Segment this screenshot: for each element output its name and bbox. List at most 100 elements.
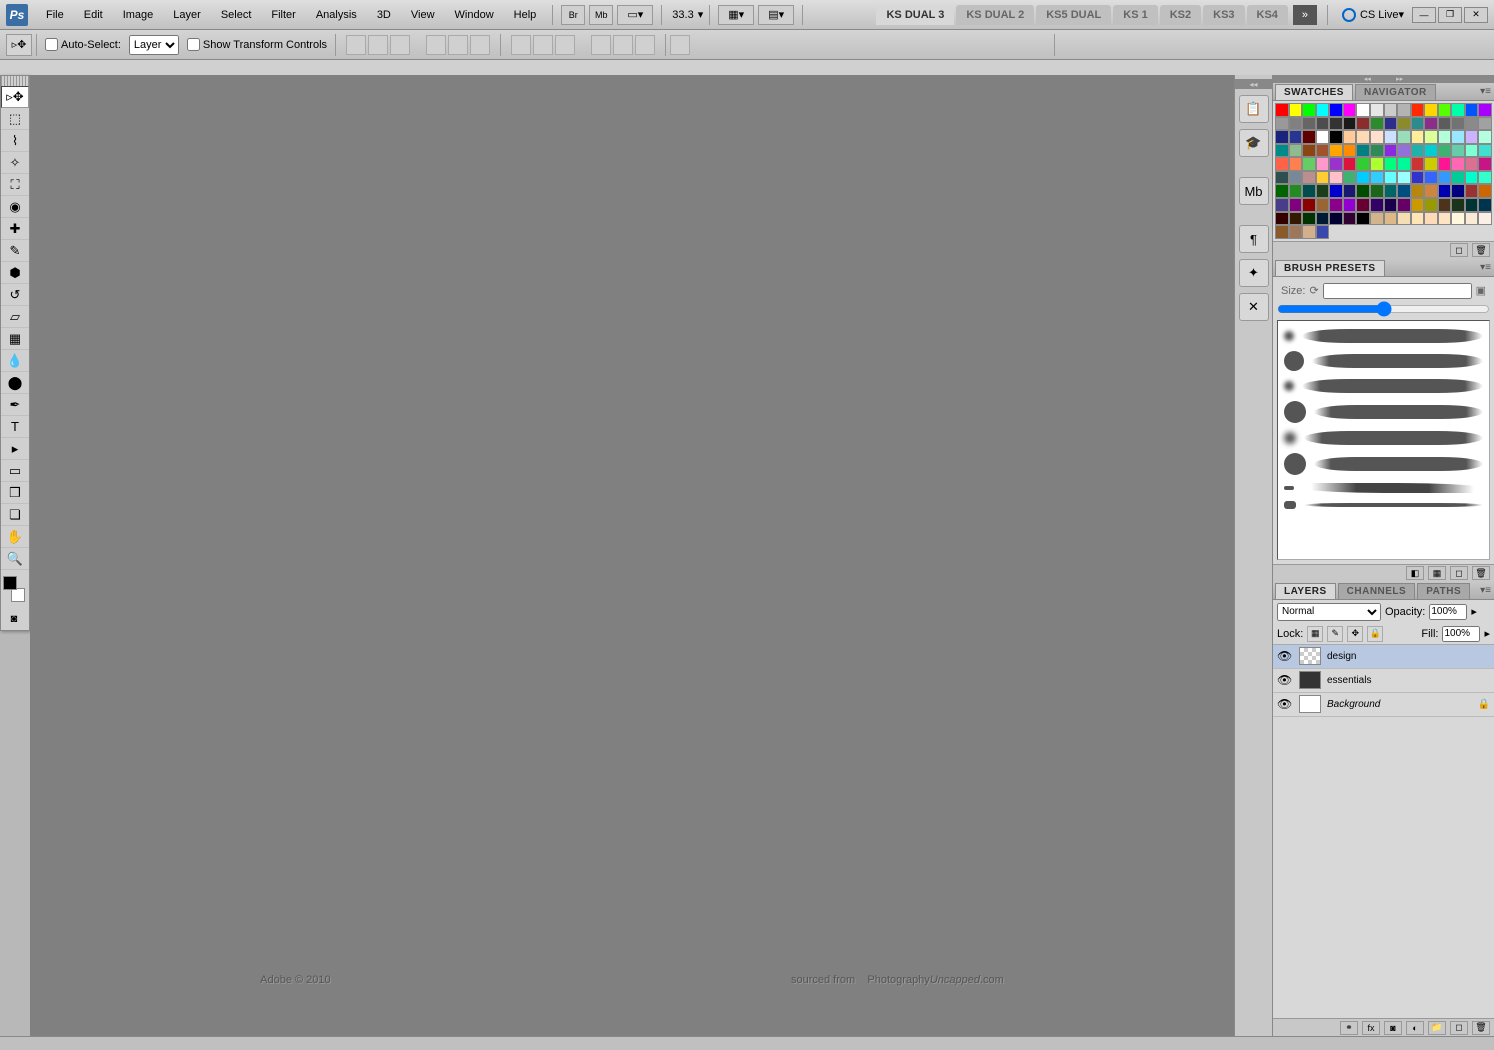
swatch[interactable] [1465, 184, 1479, 198]
magic-wand-tool[interactable]: ✧ [1, 152, 29, 174]
swatch[interactable] [1465, 144, 1479, 158]
swatch[interactable] [1411, 212, 1425, 226]
swatch[interactable] [1451, 171, 1465, 185]
close-button[interactable]: ✕ [1464, 7, 1488, 23]
swatch[interactable] [1356, 157, 1370, 171]
swatch[interactable] [1289, 184, 1303, 198]
swatch[interactable] [1384, 212, 1398, 226]
swatch[interactable] [1397, 144, 1411, 158]
swatch[interactable] [1465, 171, 1479, 185]
align-vcenter-icon[interactable] [368, 35, 388, 55]
align-top-icon[interactable] [346, 35, 366, 55]
swatch[interactable] [1451, 130, 1465, 144]
swatch[interactable] [1343, 103, 1357, 117]
foreground-background-colors[interactable] [1, 574, 27, 604]
swatch[interactable] [1424, 144, 1438, 158]
distribute-left-icon[interactable] [591, 35, 611, 55]
swatch[interactable] [1424, 157, 1438, 171]
swatch[interactable] [1370, 117, 1384, 131]
actions-panel-icon[interactable]: 🎓 [1239, 129, 1269, 157]
swatch[interactable] [1356, 117, 1370, 131]
workspace-button[interactable]: KS5 DUAL [1036, 5, 1111, 25]
zoom-tool[interactable]: 🔍 [1, 548, 29, 570]
delete-layer-icon[interactable]: 🗑 [1472, 1021, 1490, 1035]
swatch[interactable] [1370, 184, 1384, 198]
swatch[interactable] [1397, 103, 1411, 117]
workspace-button[interactable]: KS3 [1203, 5, 1244, 25]
swatch[interactable] [1478, 103, 1492, 117]
type-tool[interactable]: T [1, 416, 29, 438]
swatch[interactable] [1370, 212, 1384, 226]
lock-pixels-icon[interactable]: ✎ [1327, 626, 1343, 642]
swatch[interactable] [1343, 212, 1357, 226]
swatch[interactable] [1438, 212, 1452, 226]
swatch[interactable] [1397, 171, 1411, 185]
brush-preset[interactable] [1282, 427, 1485, 449]
path-selection-tool[interactable]: ▸ [1, 438, 29, 460]
layer-name[interactable]: essentials [1327, 675, 1371, 686]
swatch[interactable] [1289, 117, 1303, 131]
swatch[interactable] [1302, 184, 1316, 198]
swatch[interactable] [1343, 198, 1357, 212]
background-color[interactable] [11, 588, 25, 602]
restore-button[interactable]: ❐ [1438, 7, 1462, 23]
swatch[interactable] [1465, 103, 1479, 117]
brush-toggle-icon[interactable]: ▣ [1476, 284, 1486, 297]
swatch[interactable] [1397, 117, 1411, 131]
layer-row[interactable]: 👁 design [1273, 645, 1494, 669]
swatch[interactable] [1302, 212, 1316, 226]
menu-window[interactable]: Window [445, 5, 504, 25]
swatch[interactable] [1289, 171, 1303, 185]
quick-mask-toggle[interactable]: ◙ [1, 608, 27, 630]
brush-view-icon[interactable]: ◧ [1406, 566, 1424, 580]
eraser-tool[interactable]: ▱ [1, 306, 29, 328]
more-workspaces-icon[interactable]: » [1293, 5, 1317, 25]
swatch[interactable] [1329, 117, 1343, 131]
swatch[interactable] [1289, 225, 1303, 239]
swatch[interactable] [1302, 130, 1316, 144]
foreground-color[interactable] [3, 576, 17, 590]
fill-input[interactable] [1442, 626, 1480, 642]
swatch[interactable] [1397, 157, 1411, 171]
distribute-top-icon[interactable] [511, 35, 531, 55]
layer-style-icon[interactable]: fx [1362, 1021, 1380, 1035]
lasso-tool[interactable]: ⌇ [1, 130, 29, 152]
new-layer-icon[interactable]: ◻ [1450, 1021, 1468, 1035]
swatch[interactable] [1370, 198, 1384, 212]
tab-paths[interactable]: PATHS [1417, 583, 1470, 599]
swatch[interactable] [1411, 144, 1425, 158]
panel-menu-icon[interactable]: ▾≡ [1480, 262, 1491, 273]
layer-row[interactable]: 👁 Background 🔒 [1273, 693, 1494, 717]
delete-brush-icon[interactable]: 🗑 [1472, 566, 1490, 580]
brush-preset[interactable] [1282, 375, 1485, 397]
swatch[interactable] [1384, 130, 1398, 144]
swatch[interactable] [1356, 198, 1370, 212]
brush-preset[interactable] [1282, 397, 1485, 427]
auto-select-dropdown[interactable]: Layer [129, 35, 179, 55]
delete-swatch-icon[interactable]: 🗑 [1472, 243, 1490, 257]
swatch[interactable] [1289, 144, 1303, 158]
swatch[interactable] [1384, 144, 1398, 158]
swatch[interactable] [1316, 198, 1330, 212]
swatch[interactable] [1356, 184, 1370, 198]
swatch[interactable] [1397, 198, 1411, 212]
swatch[interactable] [1289, 103, 1303, 117]
swatch[interactable] [1370, 103, 1384, 117]
new-swatch-icon[interactable]: ◻ [1450, 243, 1468, 257]
swatch[interactable] [1424, 130, 1438, 144]
swatch[interactable] [1302, 144, 1316, 158]
swatch[interactable] [1356, 144, 1370, 158]
swatch[interactable] [1329, 198, 1343, 212]
swatch[interactable] [1438, 157, 1452, 171]
swatch[interactable] [1411, 117, 1425, 131]
brush-preset[interactable] [1282, 497, 1485, 513]
workspace-button[interactable]: KS 1 [1113, 5, 1157, 25]
swatch[interactable] [1275, 198, 1289, 212]
lock-transparency-icon[interactable]: ▦ [1307, 626, 1323, 642]
brush-preset-icon[interactable]: ▦ [1428, 566, 1446, 580]
menu-filter[interactable]: Filter [261, 5, 305, 25]
swatch[interactable] [1478, 171, 1492, 185]
swatch[interactable] [1424, 198, 1438, 212]
swatch[interactable] [1438, 144, 1452, 158]
fill-slider-icon[interactable]: ▸ [1484, 627, 1490, 640]
